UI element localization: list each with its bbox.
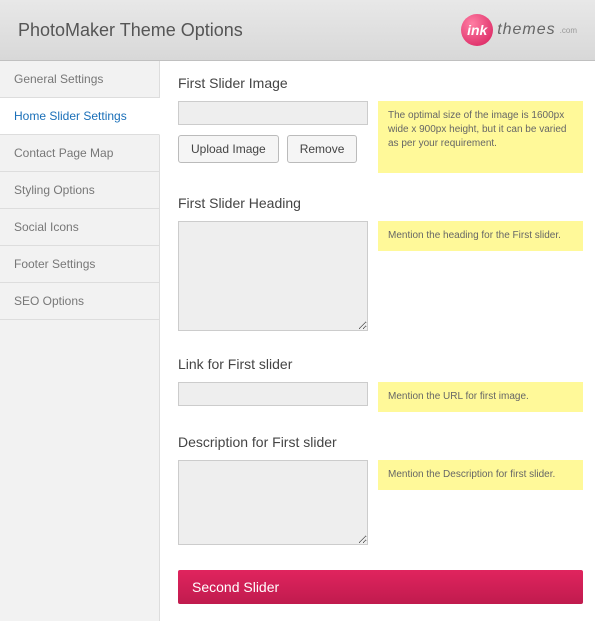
slider-heading-textarea[interactable] [178,221,368,331]
sidebar-item-seo[interactable]: SEO Options [0,283,159,320]
logo-badge-icon: ink [461,14,493,46]
page-title: PhotoMaker Theme Options [18,20,243,41]
sidebar-item-social[interactable]: Social Icons [0,209,159,246]
sidebar-item-styling[interactable]: Styling Options [0,172,159,209]
slider-image-input[interactable] [178,101,368,125]
hint-link: Mention the URL for first image. [378,382,583,412]
section-title: Description for First slider [178,434,583,450]
section-title: First Slider Image [178,75,583,91]
hint-image: The optimal size of the image is 1600px … [378,101,583,173]
section-title: Link for First slider [178,356,583,372]
section-title: First Slider Heading [178,195,583,211]
logo-subtext: .com [560,26,577,35]
upload-image-button[interactable]: Upload Image [178,135,279,163]
sidebar: General Settings Home Slider Settings Co… [0,61,160,621]
hint-heading: Mention the heading for the First slider… [378,221,583,251]
logo-text: themes [497,21,555,39]
content: First Slider Image Upload Image Remove T… [160,61,595,621]
header: PhotoMaker Theme Options ink themes .com [0,0,595,61]
slider-description-textarea[interactable] [178,460,368,545]
remove-image-button[interactable]: Remove [287,135,358,163]
sidebar-item-home-slider[interactable]: Home Slider Settings [0,98,160,135]
section-slider-image: First Slider Image Upload Image Remove T… [178,75,583,173]
sidebar-item-general[interactable]: General Settings [0,61,159,98]
slider-link-input[interactable] [178,382,368,406]
main: General Settings Home Slider Settings Co… [0,61,595,621]
hint-description: Mention the Description for first slider… [378,460,583,490]
section-slider-description: Description for First slider Mention the… [178,434,583,548]
section-slider-link: Link for First slider Mention the URL fo… [178,356,583,412]
accordion-second-slider[interactable]: Second Slider [178,570,583,604]
sidebar-item-contact-map[interactable]: Contact Page Map [0,135,159,172]
logo[interactable]: ink themes .com [461,14,577,46]
sidebar-item-footer[interactable]: Footer Settings [0,246,159,283]
section-slider-heading: First Slider Heading Mention the heading… [178,195,583,334]
